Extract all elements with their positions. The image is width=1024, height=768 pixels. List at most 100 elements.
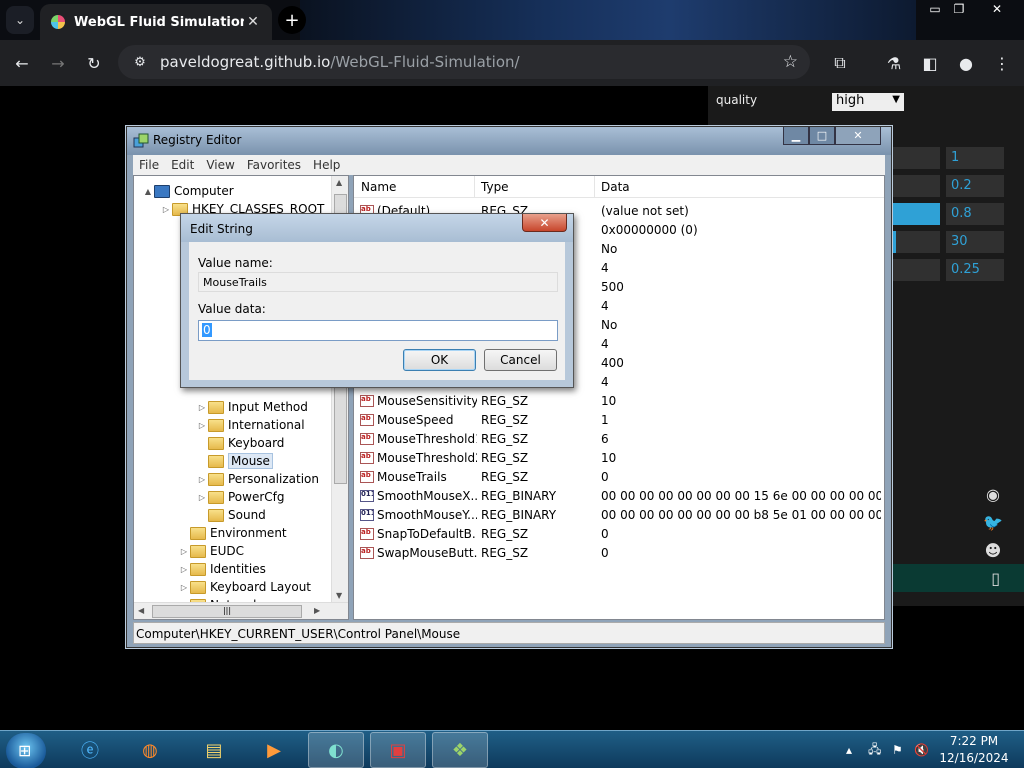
labs-button[interactable]: ⚗	[880, 49, 908, 77]
tree-item[interactable]: ▷ Identities	[178, 560, 266, 578]
collapse-arrow-icon[interactable]: ▲	[142, 187, 154, 196]
media-player-taskbar-button[interactable]: ▶	[246, 732, 302, 768]
value-row[interactable]: ab MouseSensitivity REG_SZ 10	[354, 392, 884, 411]
ok-button[interactable]: OK	[403, 349, 476, 371]
column-type-header[interactable]: Type	[481, 180, 509, 194]
value-type-cell: REG_SZ	[481, 470, 529, 484]
column-divider[interactable]	[594, 176, 595, 198]
expand-arrow-icon[interactable]: ▷	[196, 403, 208, 412]
gui-value-field[interactable]: 0.8	[946, 203, 1004, 225]
profile-button[interactable]: ●	[952, 49, 980, 77]
menu-button[interactable]: ⋮	[988, 49, 1016, 77]
value-row[interactable]: 0110SmoothMouseX... REG_BINARY 00 00 00 00…	[354, 487, 884, 506]
menu-edit[interactable]: Edit	[165, 158, 200, 172]
maximize-button[interactable]: □	[809, 127, 835, 145]
tree-item[interactable]: Sound	[196, 506, 266, 524]
show-hidden-icons-button[interactable]: ▴	[846, 731, 852, 768]
dialog-close-button[interactable]: ✕	[522, 214, 567, 232]
menu-file[interactable]: File	[133, 158, 165, 172]
tree-item[interactable]: ▷ International	[196, 416, 305, 434]
start-button[interactable]: ⊞	[6, 733, 46, 768]
close-window-button[interactable]: ✕	[980, 0, 1014, 18]
expand-arrow-icon[interactable]: ▷	[160, 205, 172, 214]
tab-search-button[interactable]: ⌄	[6, 6, 34, 34]
value-row[interactable]: ab MouseThreshold2 REG_SZ 10	[354, 449, 884, 468]
internet-explorer-taskbar-button[interactable]: ⓔ	[62, 732, 118, 768]
tree-item-label: Computer	[174, 184, 234, 198]
tree-item[interactable]: Environment	[178, 524, 287, 542]
gui-value-field[interactable]: 30	[946, 231, 1004, 253]
tree-horizontal-scrollbar[interactable]: ◀ ||| ▶	[134, 602, 348, 619]
value-row[interactable]: ab SnapToDefaultB... REG_SZ 0	[354, 525, 884, 544]
close-button[interactable]: ✕	[835, 127, 881, 145]
new-tab-button[interactable]: +	[278, 6, 306, 34]
scroll-right-icon[interactable]: ▶	[314, 606, 320, 615]
tree-item[interactable]: ▲ Computer	[142, 182, 234, 200]
expand-arrow-icon[interactable]: ▷	[178, 583, 190, 592]
scroll-left-icon[interactable]: ◀	[138, 606, 144, 615]
cancel-button[interactable]: Cancel	[484, 349, 557, 371]
scroll-up-icon[interactable]: ▲	[336, 178, 342, 187]
network-tray-icon[interactable]: 🖧	[868, 731, 881, 768]
system-clock[interactable]: 7:22 PM 12/16/2024	[934, 733, 1014, 767]
quality-select[interactable]: high ▼	[832, 93, 904, 111]
value-data-cell: 00 00 00 00 00 00 00 00 b8 5e 01 00 00 0…	[601, 508, 881, 522]
menu-help[interactable]: Help	[307, 158, 346, 172]
menu-favorites[interactable]: Favorites	[241, 158, 307, 172]
registry-editor-taskbar-button[interactable]: ❖	[432, 732, 488, 768]
expand-arrow-icon[interactable]: ▷	[196, 475, 208, 484]
value-row[interactable]: ab SwapMouseButt... REG_SZ 0	[354, 544, 884, 563]
value-data-input[interactable]: 0	[198, 320, 558, 341]
expand-arrow-icon[interactable]: ▷	[178, 565, 190, 574]
gui-value-field[interactable]: 0.25	[946, 259, 1004, 281]
side-panel-button[interactable]: ◧	[916, 49, 944, 77]
menu-view[interactable]: View	[200, 158, 240, 172]
extensions-button[interactable]: ⧉	[826, 49, 854, 77]
value-row[interactable]: ab MouseSpeed REG_SZ 1	[354, 411, 884, 430]
scroll-thumb[interactable]: |||	[152, 605, 302, 618]
file-explorer-taskbar-button[interactable]: ▤	[186, 732, 242, 768]
column-name-header[interactable]: Name	[361, 180, 396, 194]
column-data-header[interactable]: Data	[601, 180, 630, 194]
address-bar[interactable]: ⚙ paveldogreat.github.io/WebGL-Fluid-Sim…	[118, 45, 810, 79]
browser-tab[interactable]: WebGL Fluid Simulation ✕	[40, 4, 272, 40]
tree-item[interactable]: ▷ PowerCfg	[196, 488, 285, 506]
gui-value-field[interactable]: 1	[946, 147, 1004, 169]
tree-item[interactable]: Keyboard	[196, 434, 284, 452]
folder-icon	[208, 418, 224, 432]
expand-arrow-icon[interactable]: ▷	[196, 493, 208, 502]
tree-item[interactable]: ▷ Keyboard Layout	[178, 578, 311, 596]
site-info-icon[interactable]: ⚙	[124, 55, 156, 70]
value-row[interactable]: ab MouseTrails REG_SZ 0	[354, 468, 884, 487]
tree-item[interactable]: ▷ Input Method	[196, 398, 308, 416]
tree-item[interactable]: Mouse	[196, 452, 273, 470]
gui-value-field[interactable]: 0.2	[946, 175, 1004, 197]
github-link[interactable]: ◉	[964, 480, 1022, 508]
close-tab-icon[interactable]: ✕	[244, 14, 262, 30]
discord-link[interactable]: ☻	[964, 536, 1022, 564]
scroll-down-icon[interactable]: ▼	[336, 591, 342, 600]
tree-item[interactable]: ▷ EUDC	[178, 542, 244, 560]
firefox-taskbar-button[interactable]: ◍	[122, 732, 178, 768]
reload-button[interactable]: ↻	[80, 49, 108, 77]
restore-button[interactable]: ❐	[942, 0, 976, 18]
chrome-taskbar-button[interactable]: ◐	[308, 732, 364, 768]
expand-arrow-icon[interactable]: ▷	[178, 547, 190, 556]
back-button[interactable]: ←	[8, 49, 36, 77]
minimize-button[interactable]: ▁	[783, 127, 809, 145]
twitter-link[interactable]: 🐦	[964, 508, 1022, 536]
bookmark-star-icon[interactable]: ☆	[783, 52, 798, 72]
toolbox-taskbar-button[interactable]: ▣	[370, 732, 426, 768]
dialog-titlebar[interactable]: Edit String ✕	[181, 214, 573, 242]
registry-editor-titlebar[interactable]: Registry Editor ▁ □ ✕	[127, 127, 891, 155]
expand-arrow-icon[interactable]: ▷	[196, 421, 208, 430]
column-divider[interactable]	[474, 176, 475, 198]
action-center-tray-icon[interactable]: ⚑	[892, 731, 903, 768]
volume-tray-icon[interactable]: 🔇	[914, 731, 929, 768]
tree-item[interactable]: ▷ Personalization	[196, 470, 319, 488]
value-row[interactable]: 0110SmoothMouseY... REG_BINARY 00 00 00 00…	[354, 506, 884, 525]
edit-string-dialog: Edit String ✕ Value name: MouseTrails Va…	[180, 213, 574, 388]
forward-button[interactable]: →	[44, 49, 72, 77]
value-row[interactable]: ab MouseThreshold1 REG_SZ 6	[354, 430, 884, 449]
string-value-icon: ab	[360, 528, 374, 540]
